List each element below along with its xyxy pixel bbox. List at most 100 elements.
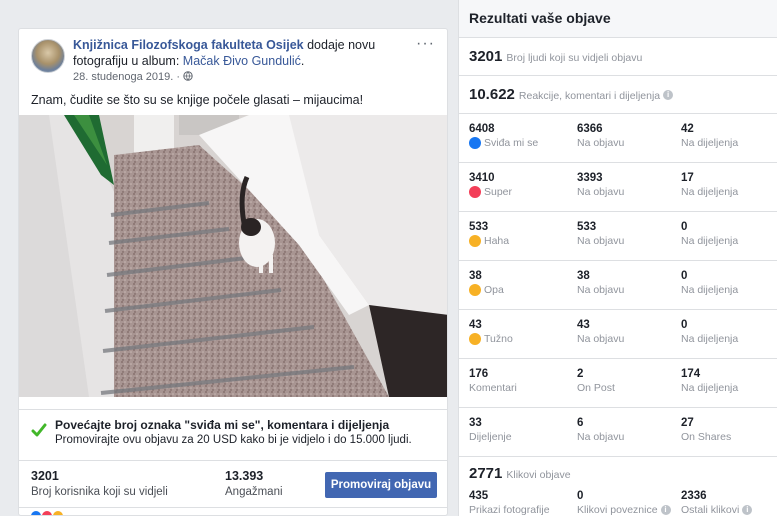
haha-reaction-icon bbox=[53, 511, 63, 515]
shares-row: 33 Dijeljenje 6 Na objavu 27 On Shares bbox=[459, 408, 777, 457]
reaction-label: Super bbox=[469, 185, 512, 199]
post-date-text[interactable]: 28. studenoga 2019. · bbox=[73, 71, 183, 83]
reaction-label-text: Tužno bbox=[484, 333, 513, 345]
reaction-on-post-cell: 6366 Na objavu bbox=[577, 122, 624, 150]
reach-label: Broj korisnika koji su vidjeli bbox=[31, 486, 168, 498]
info-icon[interactable]: i bbox=[663, 89, 674, 100]
reaction-on-post-cell: 533 Na objavu bbox=[577, 220, 624, 248]
reaction-label: Tužno bbox=[469, 332, 513, 346]
clicks-breakdown-row: 435 Prikazi fotografije 0 Klikovi povezn… bbox=[459, 487, 777, 516]
link-clicks-value: 0 bbox=[577, 490, 584, 502]
reaction-on-post: 6366 bbox=[577, 123, 603, 135]
results-title: Rezultati vaše objave bbox=[459, 0, 777, 38]
reaction-on-shares: 0 bbox=[681, 270, 688, 282]
page-name-link[interactable]: Knjižnica Filozofskoga fakulteta Osijek bbox=[73, 38, 304, 52]
shares-label: Dijeljenje bbox=[469, 431, 512, 443]
comments-total: 176 bbox=[469, 368, 489, 380]
reaction-on-post: 38 bbox=[577, 270, 590, 282]
reaction-total-cell: 3410 Super bbox=[469, 171, 512, 199]
post-caption: Znam, čudite se što su se knjige počele … bbox=[31, 93, 364, 107]
shares-on-shares-cell: 27 On Shares bbox=[681, 416, 731, 444]
album-end: . bbox=[300, 54, 305, 68]
reaction-summary-icons[interactable] bbox=[31, 511, 63, 515]
info-icon[interactable]: i bbox=[660, 505, 671, 515]
comments-on-post-cell: 2 On Post bbox=[577, 367, 615, 395]
reaction-label-text: Haha bbox=[484, 235, 510, 247]
reaction-on-shares-label: Na dijeljenja bbox=[681, 137, 739, 149]
comments-total-cell: 176 Komentari bbox=[469, 367, 517, 395]
shares-on-post-label: Na objavu bbox=[577, 431, 625, 443]
shares-total-cell: 33 Dijeljenje bbox=[469, 416, 512, 444]
globe-icon bbox=[183, 71, 193, 81]
wow-icon bbox=[469, 284, 481, 296]
like-reaction-icon bbox=[31, 511, 41, 515]
reaction-row-haha: 533 Haha 533 Na objavu 0 Na dijeljenja bbox=[459, 212, 777, 261]
more-options-button[interactable]: ··· bbox=[416, 35, 435, 53]
reaction-label-text: Opa bbox=[484, 284, 504, 296]
post-stats-row: 3201 Broj korisnika koji su vidjeli 13.3… bbox=[19, 462, 447, 506]
link-clicks-label-text: Klikovi poveznice bbox=[577, 504, 658, 516]
other-clicks-value: 2336 bbox=[681, 490, 707, 502]
results-reach-label: Broj ljudi koji su vidjeli objavu bbox=[506, 52, 643, 64]
reaction-row-love: 3410 Super 3393 Na objavu 17 Na dijeljen… bbox=[459, 163, 777, 212]
reaction-row-sad: 43 Tužno 43 Na objavu 0 Na dijeljenja bbox=[459, 310, 777, 359]
reaction-label-text: Sviđa mi se bbox=[484, 137, 539, 149]
info-icon[interactable]: i bbox=[742, 505, 753, 515]
reaction-on-shares-cell: 17 Na dijeljenja bbox=[681, 171, 738, 199]
comments-row: 176 Komentari 2 On Post 174 Na dijeljenj… bbox=[459, 359, 777, 408]
engagement-stat: 13.393 Angažmani bbox=[225, 468, 283, 500]
promote-post-button[interactable]: Promoviraj objavu bbox=[325, 472, 437, 498]
reaction-on-shares: 0 bbox=[681, 221, 688, 233]
reaction-on-post: 43 bbox=[577, 319, 590, 331]
reaction-row-like: 6408 Sviđa mi se 6366 Na objavu 42 Na di… bbox=[459, 114, 777, 163]
reaction-label: Opa bbox=[469, 283, 504, 297]
link-clicks-cell: 0 Klikovi poveznice i bbox=[577, 489, 671, 516]
reaction-on-shares: 0 bbox=[681, 319, 688, 331]
love-icon bbox=[469, 186, 481, 198]
reaction-on-post-cell: 43 Na objavu bbox=[577, 318, 624, 346]
page-avatar[interactable] bbox=[31, 39, 65, 73]
reaction-on-shares-cell: 0 Na dijeljenja bbox=[681, 269, 738, 297]
shares-on-post: 6 bbox=[577, 417, 584, 429]
reaction-on-post-label: Na objavu bbox=[577, 284, 625, 296]
reaction-label: Sviđa mi se bbox=[469, 136, 538, 150]
reaction-on-shares-cell: 0 Na dijeljenja bbox=[681, 318, 738, 346]
comments-label: Komentari bbox=[469, 382, 517, 394]
cat-on-stairs-photo bbox=[19, 115, 447, 397]
post-clicks-value: 2771 bbox=[469, 465, 503, 482]
comments-on-shares-cell: 174 Na dijeljenja bbox=[681, 367, 738, 395]
reaction-on-shares-label: Na dijeljenja bbox=[681, 235, 739, 247]
results-reach-row: 3201 Broj ljudi koji su vidjeli objavu bbox=[459, 38, 777, 76]
reach-stat: 3201 Broj korisnika koji su vidjeli bbox=[31, 468, 168, 500]
comments-on-post-label: On Post bbox=[577, 382, 615, 394]
post-photo[interactable] bbox=[19, 115, 447, 397]
reaction-on-post: 533 bbox=[577, 221, 597, 233]
post-card: Knjižnica Filozofskoga fakulteta Osijek … bbox=[18, 28, 448, 516]
reaction-total: 6408 bbox=[469, 123, 495, 135]
post-clicks-row: 2771 Klikovi objave bbox=[459, 457, 777, 487]
post-footer-divider bbox=[19, 507, 447, 515]
reaction-on-shares: 17 bbox=[681, 172, 694, 184]
post-clicks-label: Klikovi objave bbox=[506, 469, 571, 481]
reaction-total-cell: 38 Opa bbox=[469, 269, 504, 297]
comments-on-shares: 174 bbox=[681, 368, 701, 380]
shares-on-shares: 27 bbox=[681, 417, 694, 429]
comments-on-post: 2 bbox=[577, 368, 584, 380]
promotion-banner: Povećajte broj oznaka "sviđa mi se", kom… bbox=[19, 409, 447, 461]
post-header: Knjižnica Filozofskoga fakulteta Osijek … bbox=[19, 29, 447, 91]
love-reaction-icon bbox=[42, 511, 52, 515]
album-link[interactable]: Mačak Đivo Gundulić bbox=[183, 54, 301, 68]
reaction-on-post-label: Na objavu bbox=[577, 333, 625, 345]
reach-value: 3201 bbox=[31, 469, 59, 483]
results-reactions-value: 10.622 bbox=[469, 86, 515, 103]
reaction-on-shares-label: Na dijeljenja bbox=[681, 284, 739, 296]
reaction-on-post-label: Na objavu bbox=[577, 137, 625, 149]
engagement-value: 13.393 bbox=[225, 469, 264, 483]
engagement-label: Angažmani bbox=[225, 486, 283, 498]
link-clicks-label: Klikovi poveznice i bbox=[577, 503, 671, 516]
sad-icon bbox=[469, 333, 481, 345]
other-clicks-label-text: Ostali klikovi bbox=[681, 504, 740, 516]
reaction-on-post-label: Na objavu bbox=[577, 186, 625, 198]
reaction-on-post-cell: 38 Na objavu bbox=[577, 269, 624, 297]
reaction-row-wow: 38 Opa 38 Na objavu 0 Na dijeljenja bbox=[459, 261, 777, 310]
